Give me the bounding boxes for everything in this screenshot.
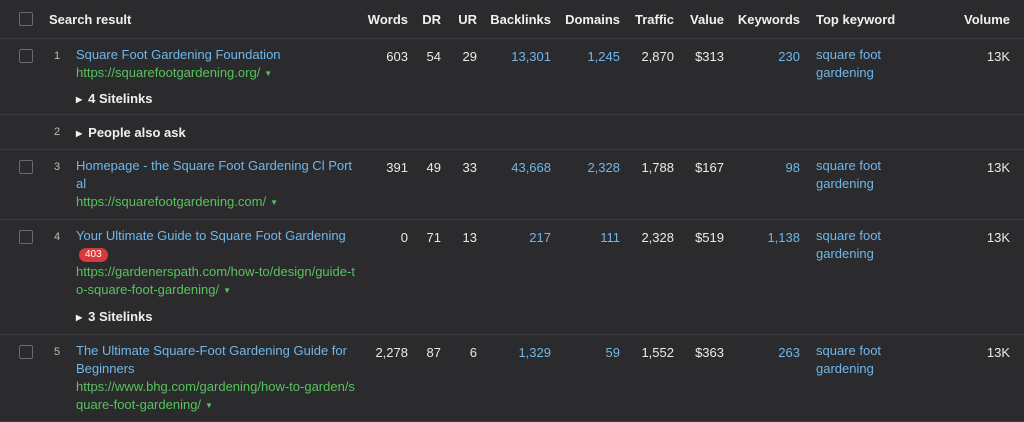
domains-link[interactable]: 111 [600, 230, 620, 245]
caret-right-icon: ▶ [76, 129, 83, 138]
result-cell: Homepage - the Square Foot Gardening Cl … [76, 157, 356, 212]
top-keyword-link[interactable]: square foot gardening [816, 157, 926, 193]
ur-value: 13 [462, 230, 477, 245]
traffic-value: 2,870 [641, 49, 674, 64]
status-badge: 403 [79, 248, 108, 262]
col-value[interactable]: Value [690, 12, 724, 27]
col-traffic[interactable]: Traffic [635, 12, 674, 27]
backlinks-link[interactable]: 217 [529, 230, 551, 245]
col-keywords[interactable]: Keywords [738, 12, 800, 27]
result-title-link[interactable]: The Ultimate Square-Foot Gardening Guide… [76, 342, 356, 378]
domains-link[interactable]: 1,245 [587, 49, 620, 64]
col-words[interactable]: Words [368, 12, 408, 27]
value-amount: $363 [695, 345, 724, 360]
result-cell: The Ultimate Square-Foot Gardening Guide… [76, 342, 356, 415]
col-top-keyword[interactable]: Top keyword [816, 12, 895, 27]
table-row: 1 Square Foot Gardening Foundation https… [0, 39, 1024, 115]
keywords-link[interactable]: 230 [778, 49, 800, 64]
backlinks-link[interactable]: 13,301 [511, 49, 551, 64]
keywords-link[interactable]: 1,138 [767, 230, 800, 245]
result-cell: Your Ultimate Guide to Square Foot Garde… [76, 227, 356, 300]
dr-value: 87 [426, 345, 441, 360]
sitelinks-toggle[interactable]: ▶ 4 Sitelinks [76, 91, 152, 106]
words-value: 2,278 [375, 345, 408, 360]
result-url-link[interactable]: https://www.bhg.com/gardening/how-to-gar… [76, 379, 355, 412]
top-keyword-link[interactable]: square foot gardening [816, 342, 926, 378]
value-amount: $519 [695, 230, 724, 245]
volume-value: 13K [986, 345, 1010, 360]
serp-table: Search result Words DR UR Backlinks Doma… [0, 0, 1024, 422]
caret-down-icon[interactable]: ▼ [270, 194, 278, 212]
volume-value: 13K [986, 160, 1010, 175]
caret-down-icon[interactable]: ▼ [205, 397, 213, 415]
col-ur[interactable]: UR [458, 12, 477, 27]
result-title-link[interactable]: Homepage - the Square Foot Gardening Cl … [76, 157, 356, 193]
col-search-result[interactable]: Search result [49, 12, 131, 27]
col-volume[interactable]: Volume [964, 12, 1010, 27]
row-checkbox[interactable] [19, 230, 33, 244]
top-keyword-link[interactable]: square foot gardening [816, 227, 926, 263]
row-checkbox[interactable] [19, 160, 33, 174]
caret-down-icon[interactable]: ▼ [223, 282, 231, 300]
caret-right-icon: ▶ [76, 95, 83, 104]
keywords-link[interactable]: 98 [786, 160, 800, 175]
row-checkbox[interactable] [19, 345, 33, 359]
words-value: 0 [400, 230, 408, 245]
domains-link[interactable]: 59 [606, 345, 620, 360]
row-number: 2 [53, 126, 61, 138]
dr-value: 49 [426, 160, 441, 175]
volume-value: 13K [986, 49, 1010, 64]
caret-right-icon: ▶ [76, 313, 83, 322]
value-amount: $167 [695, 160, 724, 175]
value-amount: $313 [695, 49, 724, 64]
result-url-link[interactable]: https://gardenerspath.com/how-to/design/… [76, 264, 355, 297]
table-row: 5 The Ultimate Square-Foot Gardening Gui… [0, 335, 1024, 422]
traffic-value: 2,328 [641, 230, 674, 245]
result-url-link[interactable]: https://squarefootgardening.org/ [76, 65, 260, 80]
traffic-value: 1,552 [641, 345, 674, 360]
row-number: 4 [53, 231, 61, 243]
ur-value: 29 [462, 49, 477, 64]
row-checkbox[interactable] [19, 49, 33, 63]
result-title-link[interactable]: Your Ultimate Guide to Square Foot Garde… [76, 228, 346, 243]
result-url-link[interactable]: https://squarefootgardening.com/ [76, 194, 266, 209]
result-cell: Square Foot Gardening Foundation https:/… [76, 46, 356, 83]
ur-value: 6 [469, 345, 477, 360]
backlinks-link[interactable]: 43,668 [511, 160, 551, 175]
row-number: 5 [53, 346, 61, 358]
caret-down-icon[interactable]: ▼ [264, 65, 272, 83]
traffic-value: 1,788 [641, 160, 674, 175]
backlinks-link[interactable]: 1,329 [518, 345, 551, 360]
select-all-checkbox[interactable] [19, 12, 33, 26]
col-dr[interactable]: DR [422, 12, 441, 27]
dr-value: 71 [426, 230, 441, 245]
top-keyword-link[interactable]: square foot gardening [816, 46, 926, 82]
domains-link[interactable]: 2,328 [587, 160, 620, 175]
dr-value: 54 [426, 49, 441, 64]
table-header: Search result Words DR UR Backlinks Doma… [0, 0, 1024, 39]
col-backlinks[interactable]: Backlinks [490, 12, 551, 27]
keywords-link[interactable]: 263 [778, 345, 800, 360]
words-value: 391 [386, 160, 408, 175]
volume-value: 13K [986, 230, 1010, 245]
row-number: 1 [53, 50, 61, 62]
words-value: 603 [386, 49, 408, 64]
people-also-ask-toggle[interactable]: ▶ People also ask [76, 125, 186, 140]
sitelinks-toggle[interactable]: ▶ 3 Sitelinks [76, 309, 152, 324]
ur-value: 33 [462, 160, 477, 175]
table-row: 3 Homepage - the Square Foot Gardening C… [0, 150, 1024, 220]
table-row: 2 ▶ People also ask [0, 115, 1024, 150]
table-row: 4 Your Ultimate Guide to Square Foot Gar… [0, 220, 1024, 335]
row-number: 3 [53, 161, 61, 173]
result-title-link[interactable]: Square Foot Gardening Foundation [76, 46, 356, 64]
col-domains[interactable]: Domains [565, 12, 620, 27]
